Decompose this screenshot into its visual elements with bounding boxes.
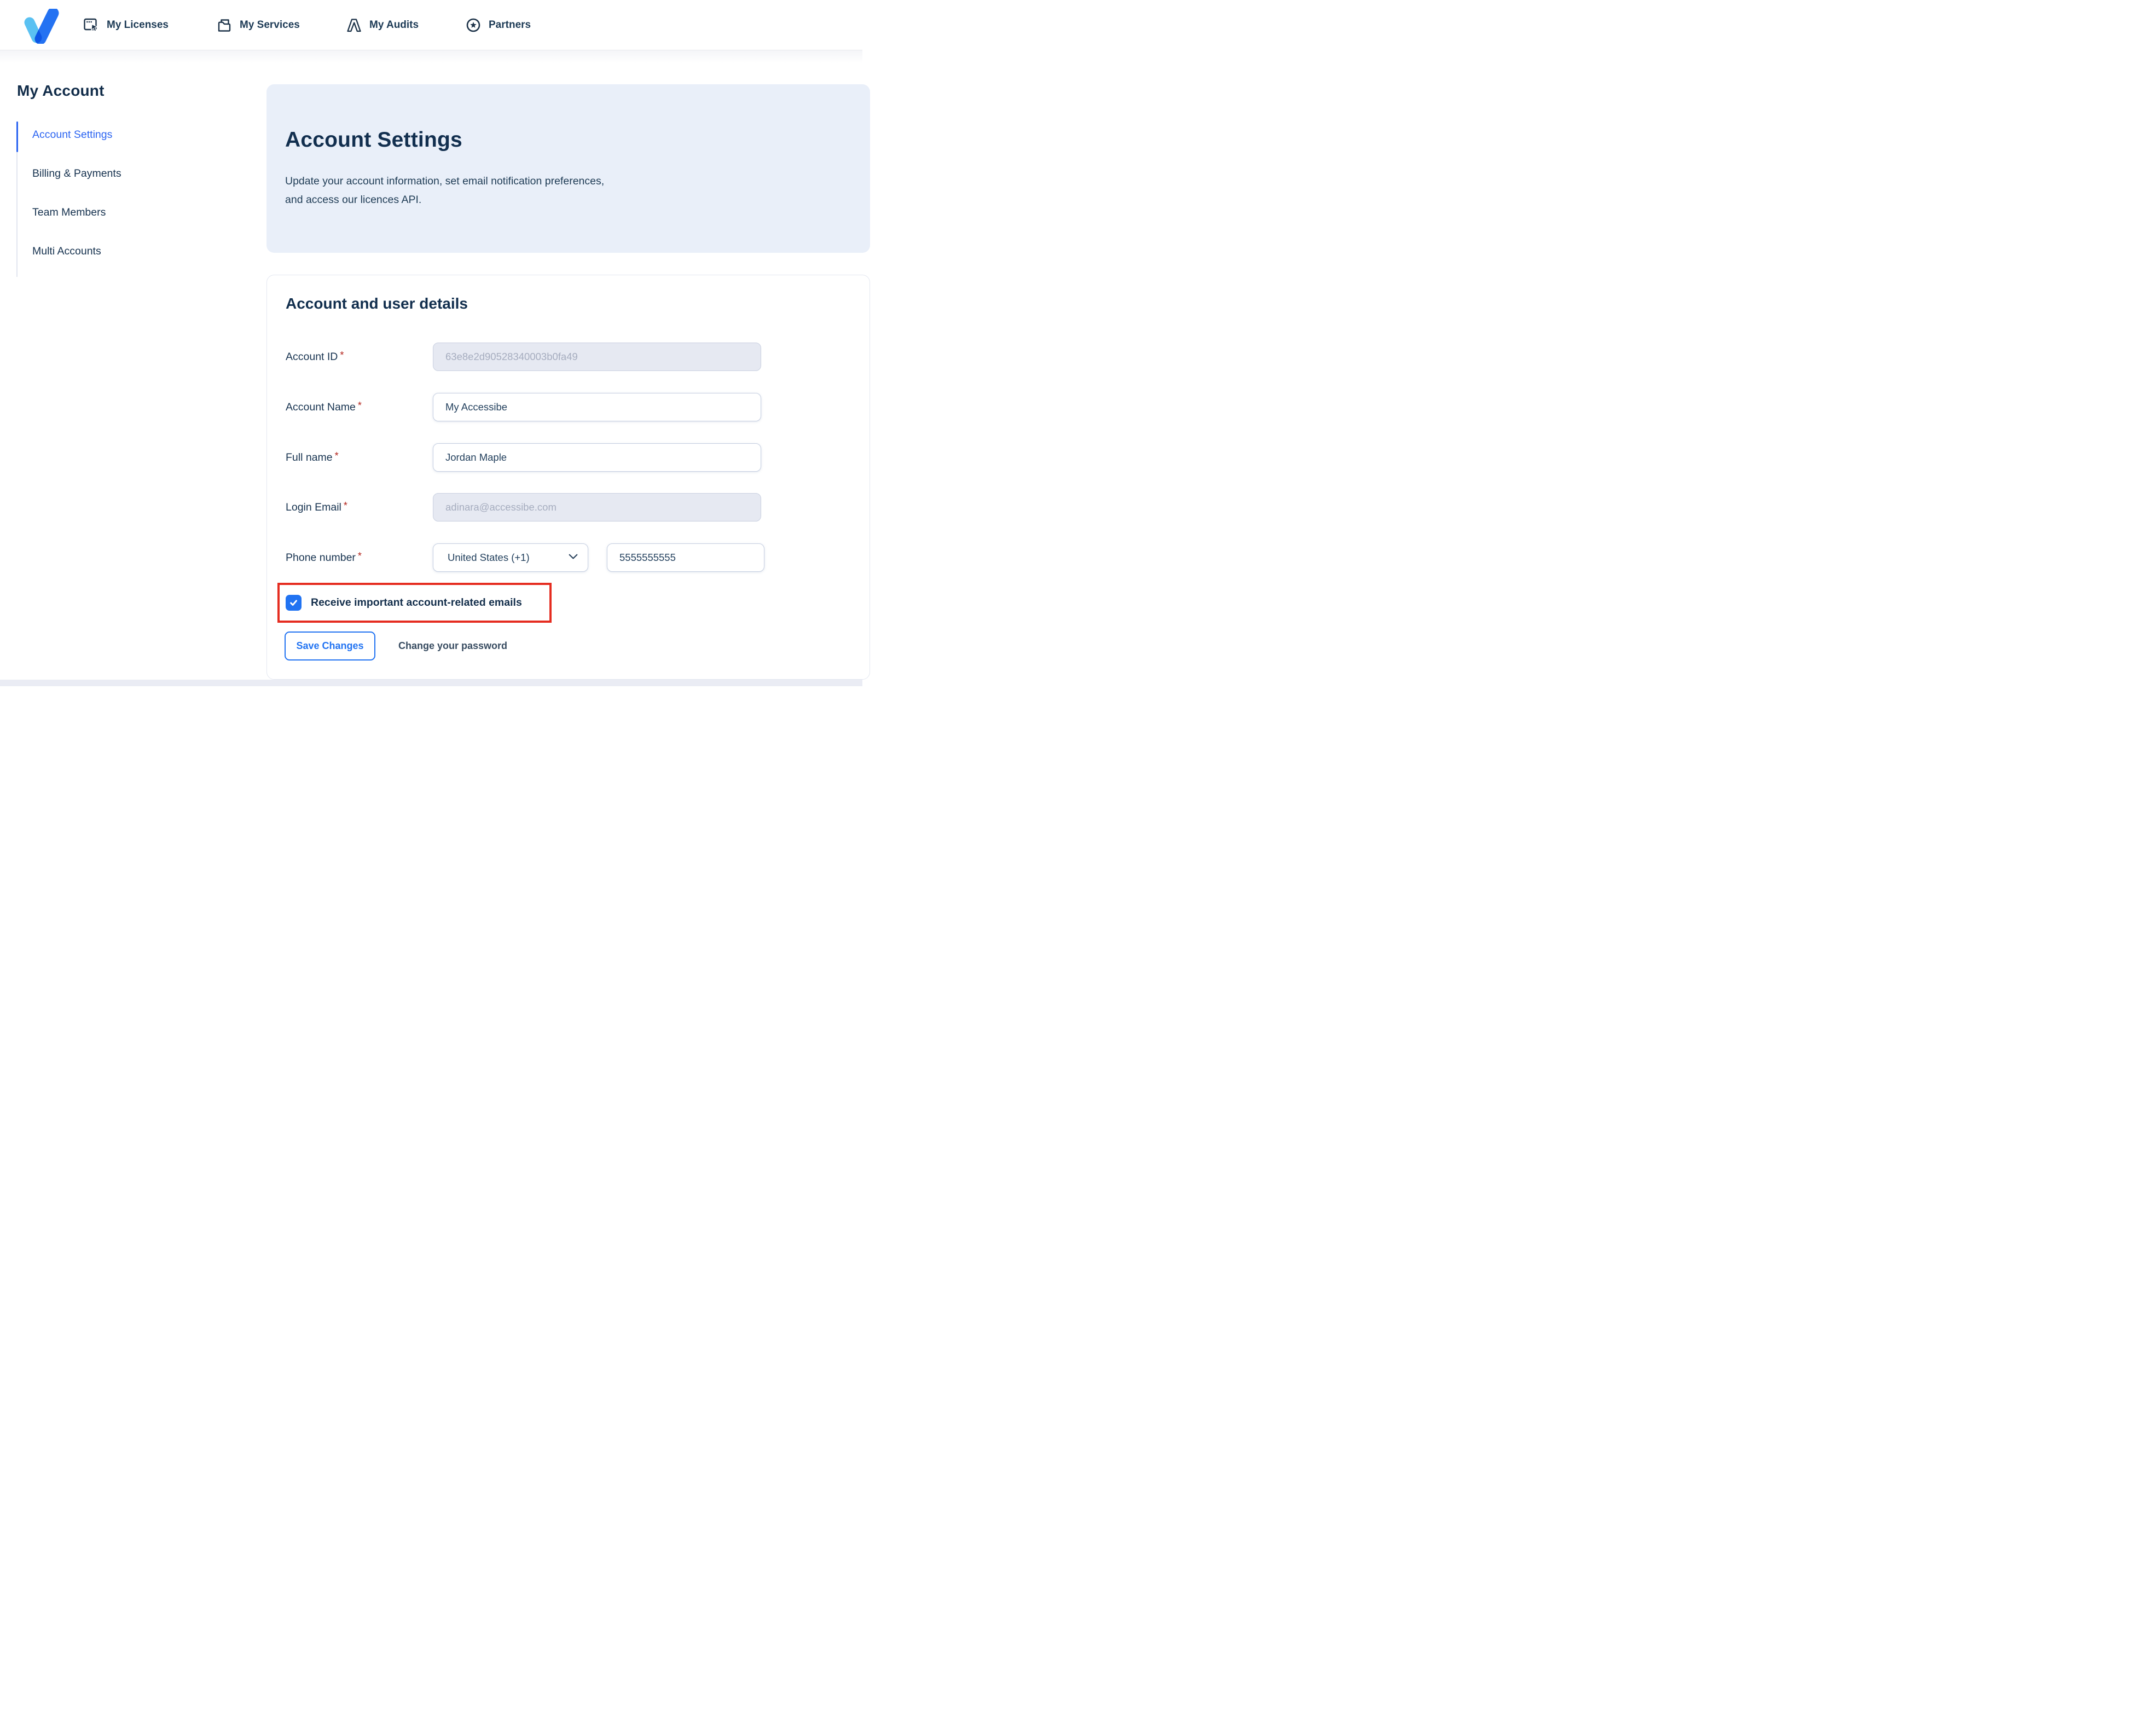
page-title: Account Settings bbox=[285, 128, 462, 152]
account-id-label: Account ID * bbox=[286, 350, 344, 363]
required-asterisk: * bbox=[334, 450, 339, 461]
page-subtitle-line2: and access our licences API. bbox=[285, 194, 422, 206]
sidebar-item-billing-payments[interactable]: Billing & Payments bbox=[18, 160, 253, 199]
sidebar-item-multi-accounts[interactable]: Multi Accounts bbox=[18, 238, 253, 277]
required-asterisk: * bbox=[343, 500, 347, 511]
save-changes-button[interactable]: Save Changes bbox=[285, 631, 375, 660]
change-password-link[interactable]: Change your password bbox=[398, 631, 507, 660]
account-details-card: Account and user details Account ID* Acc… bbox=[266, 275, 870, 680]
audit-mark-icon bbox=[346, 17, 362, 33]
sidebar-item-account-settings[interactable]: Account Settings bbox=[16, 121, 253, 160]
page-subtitle-line1: Update your account information, set ema… bbox=[285, 175, 605, 187]
accessibe-logo[interactable] bbox=[22, 7, 63, 45]
required-asterisk: * bbox=[357, 400, 362, 411]
browser-cursor-icon bbox=[83, 17, 100, 33]
chevron-down-icon bbox=[569, 553, 578, 563]
nav-item-my-audits[interactable]: My Audits bbox=[346, 0, 419, 50]
sidebar-title: My Account bbox=[17, 82, 105, 99]
full-name-label: Full name * bbox=[286, 450, 339, 463]
account-name-label: Account Name * bbox=[286, 400, 362, 413]
account-id-field[interactable] bbox=[433, 343, 761, 371]
login-email-field[interactable] bbox=[433, 493, 761, 522]
checkbox-label: Receive important account-related emails bbox=[311, 596, 522, 609]
sidebar-menu: Account Settings Billing & Payments Team… bbox=[16, 121, 253, 277]
annotation-highlight-box: Receive important account-related emails bbox=[277, 583, 552, 623]
nav-item-label: Partners bbox=[489, 19, 531, 31]
sidebar-item-label: Account Settings bbox=[32, 129, 113, 141]
folder-document-icon bbox=[216, 17, 233, 33]
phone-number-label: Phone number * bbox=[286, 551, 362, 564]
nav-item-my-licenses[interactable]: My Licenses bbox=[83, 0, 169, 50]
sidebar-item-label: Billing & Payments bbox=[32, 167, 121, 179]
country-code-value: United States (+1) bbox=[448, 552, 530, 563]
sidebar-item-team-members[interactable]: Team Members bbox=[18, 199, 253, 238]
checkmark-icon bbox=[290, 600, 297, 606]
nav-shadow-gradient bbox=[0, 50, 862, 65]
active-indicator-bar bbox=[16, 121, 18, 152]
logo-checkmark-icon bbox=[24, 7, 59, 45]
sidebar-item-label: Team Members bbox=[32, 206, 106, 218]
page-header-panel: Account Settings Update your account inf… bbox=[266, 84, 870, 253]
login-email-label: Login Email * bbox=[286, 500, 347, 513]
account-name-field[interactable] bbox=[433, 393, 761, 421]
section-title: Account and user details bbox=[286, 295, 468, 312]
required-asterisk: * bbox=[340, 350, 344, 361]
star-circle-icon bbox=[465, 17, 482, 33]
nav-item-partners[interactable]: Partners bbox=[465, 0, 531, 50]
nav-item-label: My Licenses bbox=[107, 19, 169, 31]
country-code-select[interactable]: United States (+1) bbox=[433, 543, 588, 572]
nav-item-label: My Audits bbox=[369, 19, 419, 31]
page-subtitle: Update your account information, set ema… bbox=[285, 172, 604, 209]
nav-item-my-services[interactable]: My Services bbox=[216, 0, 300, 50]
top-navigation-bar: My Licenses My Services My Audits Partne… bbox=[0, 0, 862, 50]
nav-item-label: My Services bbox=[240, 19, 300, 31]
page-bottom-strip bbox=[0, 680, 862, 686]
full-name-field[interactable] bbox=[433, 443, 761, 472]
required-asterisk: * bbox=[357, 551, 362, 561]
sidebar-item-label: Multi Accounts bbox=[32, 245, 101, 257]
phone-number-field[interactable] bbox=[607, 543, 764, 572]
account-emails-checkbox[interactable] bbox=[286, 595, 302, 611]
